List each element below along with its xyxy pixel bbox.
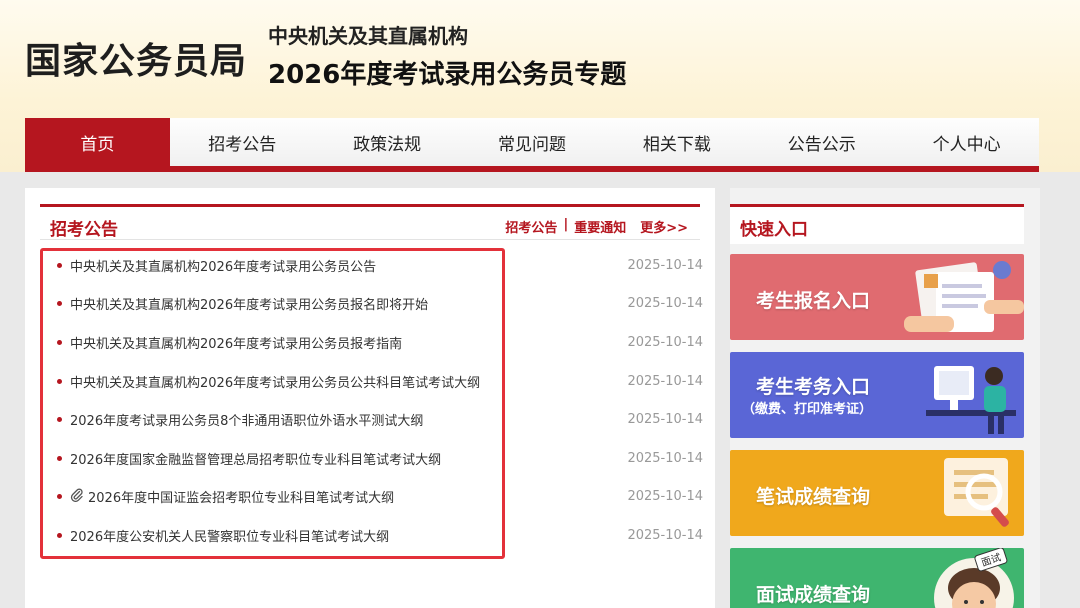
- written-score-entry-button[interactable]: 笔试成绩查询: [730, 450, 1024, 536]
- more-link[interactable]: 更多>>: [640, 217, 688, 236]
- bullet-icon: [57, 339, 62, 345]
- nav-item-downloads[interactable]: 相关下载: [604, 118, 749, 166]
- exam-affairs-entry-label: 考生考务入口: [756, 376, 871, 398]
- list-item-title[interactable]: 2026年度中国证监会招考职位专业科目笔试考试大纲: [88, 487, 394, 506]
- link-separator: |: [563, 217, 569, 232]
- nav-item-home[interactable]: 首页: [25, 118, 170, 166]
- interview-score-entry-button[interactable]: 面试成绩查询 面试: [730, 548, 1024, 608]
- list-item-date: 2025-10-14: [627, 450, 703, 466]
- list-item-date: 2025-10-14: [627, 257, 703, 273]
- list-item-title[interactable]: 中央机关及其直属机构2026年度考试录用公务员报考指南: [70, 333, 402, 352]
- list-item-title[interactable]: 2026年度国家金融监督管理总局招考职位专业科目笔试考试大纲: [70, 449, 441, 468]
- header-subtitle-line1: 中央机关及其直属机构: [268, 24, 468, 48]
- list-item[interactable]: 2026年度考试录用公务员8个非通用语职位外语水平测试大纲 2025-10-14: [55, 400, 705, 439]
- list-item[interactable]: 中央机关及其直属机构2026年度考试录用公务员公共科目笔试考试大纲 2025-1…: [55, 362, 705, 401]
- registration-illustration-icon: [904, 261, 1024, 332]
- list-item-title[interactable]: 2026年度考试录用公务员8个非通用语职位外语水平测试大纲: [70, 410, 423, 429]
- bullet-icon: [57, 455, 62, 461]
- list-item[interactable]: 中央机关及其直属机构2026年度考试录用公务员报考指南 2025-10-14: [55, 323, 705, 362]
- registration-entry-label: 考生报名入口: [756, 290, 871, 312]
- link-important-notices[interactable]: 重要通知: [574, 217, 626, 236]
- interview-person-illustration-icon: 面试: [934, 548, 1014, 608]
- list-item[interactable]: 2026年度中国证监会招考职位专业科目笔试考试大纲 2025-10-14: [55, 478, 705, 517]
- link-announcements[interactable]: 招考公告: [505, 217, 557, 236]
- list-item-date: 2025-10-14: [627, 527, 703, 543]
- list-item[interactable]: 中央机关及其直属机构2026年度考试录用公务员公告 2025-10-14: [55, 246, 705, 285]
- nav-item-public-notices[interactable]: 公告公示: [749, 118, 894, 166]
- computer-user-illustration-icon: [926, 366, 1016, 434]
- main-nav: 首页 招考公告 政策法规 常见问题 相关下载 公告公示 个人中心: [25, 118, 1039, 172]
- announcement-list: 中央机关及其直属机构2026年度考试录用公务员公告 2025-10-14 中央机…: [55, 246, 705, 555]
- magnifier-document-illustration-icon: [944, 458, 1009, 527]
- bullet-icon: [57, 301, 62, 307]
- quick-entry-header: 快速入口: [730, 204, 1024, 244]
- list-item-title[interactable]: 中央机关及其直属机构2026年度考试录用公务员报名即将开始: [70, 294, 428, 313]
- announcements-panel: 招考公告 招考公告 | 重要通知 更多>> 中央机关及其直属机构2026年度考试…: [25, 188, 715, 608]
- list-item[interactable]: 中央机关及其直属机构2026年度考试录用公务员报名即将开始 2025-10-14: [55, 285, 705, 324]
- list-item-date: 2025-10-14: [627, 412, 703, 428]
- header-subtitle-line2: 2026年度考试录用公务员专题: [268, 60, 627, 90]
- announcements-header: 招考公告 招考公告 | 重要通知 更多>>: [40, 204, 700, 240]
- registration-entry-button[interactable]: 考生报名入口: [730, 254, 1024, 340]
- list-item-title[interactable]: 2026年度公安机关人民警察职位专业科目笔试考试大纲: [70, 526, 389, 545]
- quick-entry-panel: 快速入口 考生报名入口 考生考务入口 （缴费、打印准考证） 笔试成绩查询 面试成…: [730, 188, 1040, 608]
- announcements-links: 招考公告 | 重要通知 更多>>: [505, 217, 688, 236]
- bullet-icon: [57, 262, 62, 268]
- nav-item-announcements[interactable]: 招考公告: [170, 118, 315, 166]
- bullet-icon: [57, 378, 62, 384]
- bullet-icon: [57, 532, 62, 538]
- list-item[interactable]: 2026年度国家金融监督管理总局招考职位专业科目笔试考试大纲 2025-10-1…: [55, 439, 705, 478]
- bullet-icon: [57, 417, 62, 423]
- nav-item-faq[interactable]: 常见问题: [460, 118, 605, 166]
- interview-score-entry-label: 面试成绩查询: [756, 584, 871, 606]
- announcements-title: 招考公告: [50, 220, 118, 240]
- list-item-title[interactable]: 中央机关及其直属机构2026年度考试录用公务员公共科目笔试考试大纲: [70, 372, 480, 391]
- nav-item-policies[interactable]: 政策法规: [315, 118, 460, 166]
- list-item-date: 2025-10-14: [627, 296, 703, 312]
- bullet-icon: [57, 494, 62, 500]
- exam-affairs-entry-button[interactable]: 考生考务入口 （缴费、打印准考证）: [730, 352, 1024, 438]
- exam-affairs-entry-sublabel: （缴费、打印准考证）: [742, 402, 873, 417]
- nav-item-personal-center[interactable]: 个人中心: [894, 118, 1039, 166]
- quick-entry-title: 快速入口: [740, 220, 808, 240]
- site-logo[interactable]: 国家公务员局: [25, 32, 247, 84]
- list-item-date: 2025-10-14: [627, 489, 703, 505]
- list-item[interactable]: 2026年度公安机关人民警察职位专业科目笔试考试大纲 2025-10-14: [55, 516, 705, 555]
- list-item-date: 2025-10-14: [627, 373, 703, 389]
- list-item-title[interactable]: 中央机关及其直属机构2026年度考试录用公务员公告: [70, 256, 376, 275]
- written-score-entry-label: 笔试成绩查询: [756, 486, 871, 508]
- paperclip-icon: [70, 488, 84, 506]
- list-item-date: 2025-10-14: [627, 334, 703, 350]
